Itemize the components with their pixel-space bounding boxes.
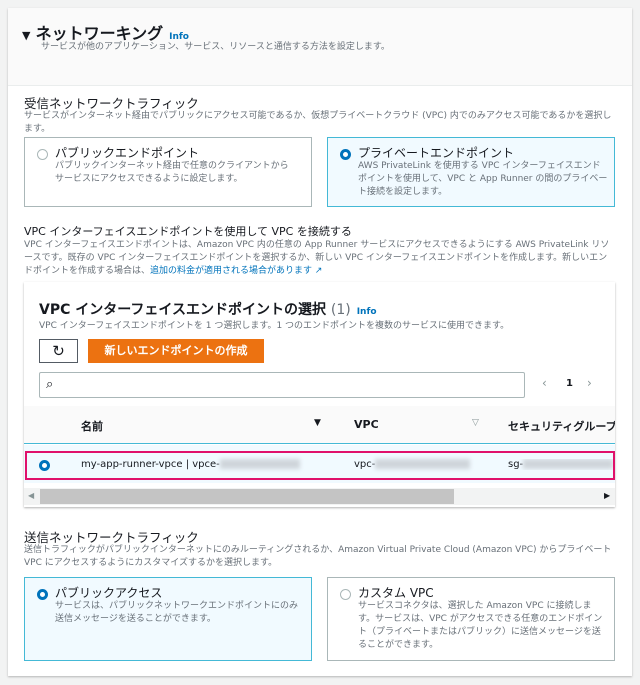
option-public-access[interactable]: パブリックアクセス サービスは、パブリックネットワークエンドポイントにのみ送信メ… — [24, 577, 312, 661]
row-radio[interactable] — [39, 460, 50, 471]
option-custom-vpc[interactable]: カスタム VPC サービスコネクタは、選択した Amazon VPC に接続しま… — [327, 577, 615, 661]
table-title: VPC インターフェイスエンドポイントの選択 — [39, 302, 326, 318]
row-sg: sg- — [508, 459, 613, 470]
refresh-button[interactable]: ↻ — [39, 339, 78, 363]
endpoint-table-container: VPC インターフェイスエンドポイントの選択 (1) Info VPC インターフ… — [24, 282, 615, 507]
external-link-icon: ↗ — [314, 266, 323, 276]
table-count: (1) — [330, 302, 351, 318]
radio-button[interactable] — [340, 589, 351, 600]
table-description: VPC インターフェイスエンドポイントを 1 つ選択します。1 つのエンドポイン… — [39, 321, 510, 331]
name-text: my-app-runner-vpce | vpce- — [81, 459, 220, 470]
option-label: パブリックアクセス — [55, 586, 163, 600]
create-endpoint-button[interactable]: 新しいエンドポイントの作成 — [88, 339, 264, 363]
table-row[interactable]: my-app-runner-vpce | vpce- vpc- sg- — [24, 445, 615, 483]
next-page-icon[interactable]: › — [587, 376, 592, 390]
option-description: AWS PrivateLink を使用する VPC インターフェイスエンドポイン… — [358, 161, 608, 197]
radio-button[interactable] — [340, 149, 351, 160]
column-security-group[interactable]: セキュリティグループ — [508, 418, 615, 434]
redacted — [523, 459, 613, 469]
radio-button[interactable] — [37, 589, 48, 600]
sort-icon[interactable]: ▽ — [472, 418, 479, 428]
section-description: サービスが他のアプリケーション、サービス、リソースと通信する方法を設定します。 — [41, 42, 390, 52]
sg-text: sg- — [508, 459, 524, 470]
vpc-text: vpc- — [354, 459, 376, 470]
scroll-right-icon[interactable]: ▶ — [604, 491, 610, 500]
search-icon: ⌕ — [46, 377, 54, 392]
option-label: カスタム VPC — [358, 586, 434, 600]
option-description: パブリックインターネット経由で任意のクライアントからサービスにアクセスできるよう… — [55, 161, 289, 184]
row-name: my-app-runner-vpce | vpce- — [81, 459, 300, 470]
pricing-link[interactable]: 追加の料金が適用される場合があります — [150, 266, 312, 276]
redacted — [219, 459, 300, 469]
radio-button[interactable] — [37, 149, 48, 160]
sort-desc-icon[interactable]: ▼ — [314, 418, 321, 428]
search-input[interactable]: ⌕ — [39, 372, 525, 398]
redacted — [375, 459, 471, 469]
column-vpc[interactable]: VPC — [354, 418, 379, 431]
horizontal-scrollbar[interactable]: ◀ ▶ — [24, 488, 615, 505]
option-public-endpoint[interactable]: パブリックエンドポイント パブリックインターネット経由で任意のクライアントからサ… — [24, 137, 312, 207]
option-label: プライベートエンドポイント — [358, 146, 515, 160]
info-link[interactable]: Info — [357, 307, 377, 317]
scrollbar-thumb[interactable] — [40, 489, 454, 504]
option-description: サービスコネクタは、選択した Amazon VPC に接続します。サービスは、V… — [358, 601, 603, 650]
incoming-description: サービスがインターネット経由でパブリックにアクセス可能であるか、仮想プライベート… — [24, 111, 612, 134]
scroll-left-icon[interactable]: ◀ — [28, 491, 34, 500]
table-header: VPC インターフェイスエンドポイントの選択 (1) Info — [39, 299, 377, 319]
option-label: パブリックエンドポイント — [55, 146, 200, 160]
column-name[interactable]: 名前 — [81, 418, 103, 434]
option-description: サービスは、パブリックネットワークエンドポイントにのみ送信メッセージを送ることが… — [55, 601, 299, 624]
vpc-connect-title: VPC インターフェイスエンドポイントを使用して VPC を接続する — [24, 225, 352, 238]
refresh-icon: ↻ — [52, 342, 65, 360]
outgoing-description: 送信トラフィックがパブリックインターネットにのみルーティングされるか、Amazo… — [24, 545, 612, 568]
prev-page-icon[interactable]: ‹ — [542, 376, 547, 390]
page-number[interactable]: 1 — [566, 378, 573, 389]
collapse-caret-icon[interactable]: ▼ — [22, 29, 30, 42]
vpc-connect-description: VPC インターフェイスエンドポイントは、Amazon VPC 内の任意の Ap… — [24, 239, 614, 278]
row-vpc: vpc- — [354, 459, 471, 470]
option-private-endpoint[interactable]: プライベートエンドポイント AWS PrivateLink を使用する VPC … — [327, 137, 615, 207]
table-header-row: 名前 ▼ VPC ▽ セキュリティグループ — [24, 406, 615, 444]
